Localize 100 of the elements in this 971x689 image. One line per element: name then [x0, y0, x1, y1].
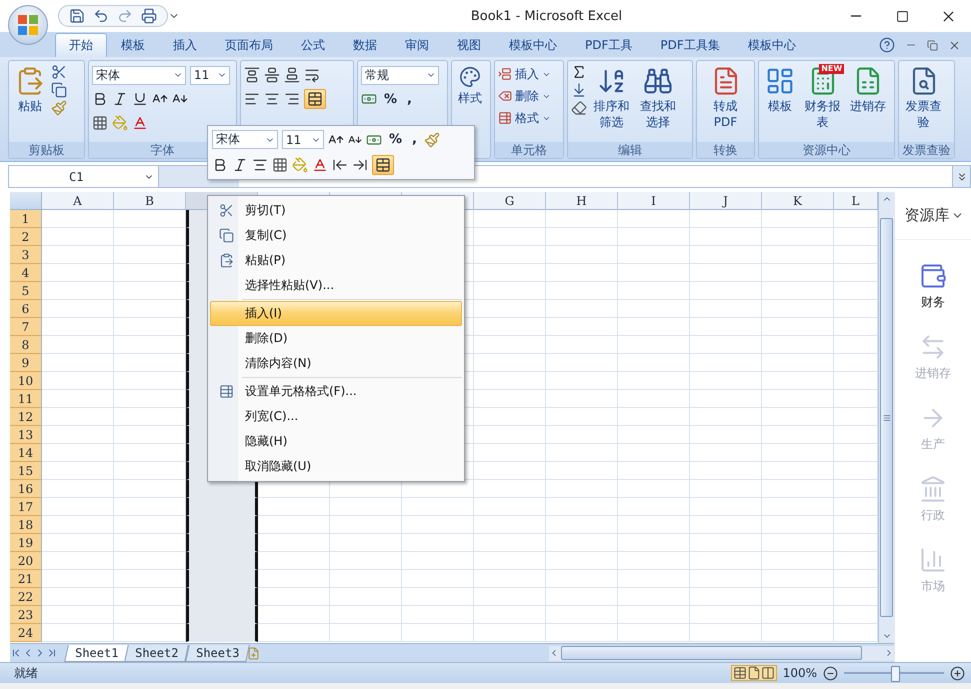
paintbrush-icon[interactable]	[424, 132, 440, 148]
column-header[interactable]: I	[618, 192, 690, 210]
cut-icon[interactable]	[51, 64, 67, 80]
print-preview-icon[interactable]	[141, 8, 157, 24]
zoom-out-icon[interactable]	[823, 666, 838, 680]
ribbon-tab[interactable]: 审阅	[391, 33, 443, 57]
ribbon-tab[interactable]: 开始	[55, 33, 107, 57]
row-header[interactable]: 24	[10, 624, 42, 642]
editing-button[interactable]: 查找和选择	[636, 64, 680, 132]
align-bottom-icon[interactable]	[284, 67, 300, 83]
resource-category[interactable]: 财务	[919, 262, 947, 311]
align-center-icon[interactable]	[264, 91, 280, 107]
format-cells-icon[interactable]	[218, 384, 234, 399]
grip-icon[interactable]	[882, 414, 890, 422]
paintbrush-icon[interactable]	[51, 100, 67, 116]
undo-icon[interactable]	[93, 8, 109, 24]
row-header[interactable]: 2	[10, 228, 42, 246]
column-header[interactable]: B	[114, 192, 186, 210]
styles-icon[interactable]	[459, 66, 481, 88]
invoice-check-button[interactable]: 发票查验	[902, 64, 946, 132]
row-header[interactable]: 20	[10, 552, 42, 570]
percent-button[interactable]: %	[381, 92, 400, 106]
cut-icon[interactable]	[218, 203, 234, 218]
wrap-text-icon[interactable]	[304, 67, 320, 83]
fill-color-icon[interactable]	[112, 115, 128, 131]
menu-item[interactable]: 选择性粘贴(V)...	[210, 273, 462, 298]
align-top-icon[interactable]	[244, 67, 260, 83]
resource-library-dropdown[interactable]: 资源库	[895, 192, 971, 240]
row-header[interactable]: 12	[10, 408, 42, 426]
binoculars-icon[interactable]	[642, 66, 673, 96]
scroll-thumb[interactable]	[880, 218, 893, 618]
ribbon-tab[interactable]: 数据	[339, 33, 391, 57]
row-header[interactable]: 16	[10, 480, 42, 498]
borders-icon[interactable]	[92, 115, 108, 131]
page-layout-icon[interactable]	[746, 666, 761, 680]
row-header[interactable]: 22	[10, 588, 42, 606]
row-header[interactable]: 7	[10, 318, 42, 336]
delete-cells-icon[interactable]	[498, 89, 512, 103]
cells-menu-button[interactable]: 格式	[498, 108, 551, 128]
menu-item[interactable]: 取消隐藏(U)	[210, 454, 462, 479]
paste-button[interactable]: 粘贴	[12, 64, 48, 116]
ribbon-tab[interactable]: PDF工具集	[646, 33, 734, 57]
ribbon-tab[interactable]: 模板中心	[734, 33, 810, 57]
cells-menu-button[interactable]: 删除	[498, 86, 551, 106]
resource-button[interactable]: 模板	[762, 64, 798, 116]
row-header[interactable]: 14	[10, 444, 42, 462]
comma-button[interactable]: ,	[404, 92, 415, 106]
column-header[interactable]: A	[42, 192, 114, 210]
cells-menu-button[interactable]: 插入	[498, 64, 551, 84]
first-sheet-icon[interactable]	[10, 647, 22, 660]
row-header[interactable]: 5	[10, 282, 42, 300]
paste-icon[interactable]	[218, 253, 234, 268]
vertical-scrollbar[interactable]	[878, 192, 894, 644]
row-header[interactable]: 13	[10, 426, 42, 444]
zoom-thumb[interactable]	[891, 666, 900, 682]
format-cells-icon[interactable]	[498, 111, 512, 125]
copy-icon[interactable]	[51, 82, 67, 98]
editing-button[interactable]: 排序和筛选	[590, 64, 634, 132]
sheet-tab[interactable]: Sheet2	[124, 644, 190, 662]
ribbon-tab[interactable]: 视图	[443, 33, 495, 57]
font-select[interactable]: 宋体	[92, 66, 186, 84]
ribbon-tab[interactable]: PDF工具	[571, 33, 646, 57]
align-right-icon[interactable]	[284, 91, 300, 107]
align-left-icon[interactable]	[244, 91, 260, 107]
sheet-tab[interactable]: Sheet1	[64, 644, 130, 662]
row-header[interactable]: 18	[10, 516, 42, 534]
row-header[interactable]: 9	[10, 354, 42, 372]
ribbon-tab[interactable]: 模板中心	[495, 33, 571, 57]
font-size-select[interactable]: 11	[282, 130, 324, 150]
column-header[interactable]: J	[690, 192, 762, 210]
number-format-select[interactable]: 常规	[361, 66, 439, 84]
save-icon[interactable]	[69, 8, 85, 24]
resource-button[interactable]: 进销存	[847, 64, 890, 116]
row-header[interactable]: 23	[10, 606, 42, 624]
row-header[interactable]: 15	[10, 462, 42, 480]
fill-down-icon[interactable]	[571, 82, 587, 98]
column-header[interactable]: H	[546, 192, 618, 210]
column-header[interactable]: G	[474, 192, 546, 210]
row-header[interactable]: 19	[10, 534, 42, 552]
restore-icon[interactable]	[927, 40, 938, 50]
row-header[interactable]: 21	[10, 570, 42, 588]
last-sheet-icon[interactable]	[46, 647, 58, 660]
ribbon-tab[interactable]: 页面布局	[211, 33, 287, 57]
percent-button[interactable]: %	[386, 132, 406, 148]
page-break-icon[interactable]	[760, 666, 775, 680]
help-icon[interactable]	[879, 37, 895, 53]
font-color-icon[interactable]	[132, 115, 148, 131]
row-header[interactable]: 4	[10, 264, 42, 282]
underline-icon[interactable]	[132, 91, 148, 107]
horizontal-scrollbar[interactable]	[549, 646, 894, 661]
row-header[interactable]: 17	[10, 498, 42, 516]
menu-item[interactable]: 复制(C)	[210, 223, 462, 248]
ribbon-tab[interactable]: 公式	[287, 33, 339, 57]
menu-item[interactable]: 设置单元格格式(F)...	[210, 379, 462, 404]
eraser-icon[interactable]	[571, 100, 587, 116]
menu-item[interactable]: 插入(I)	[210, 301, 462, 326]
row-header[interactable]: 3	[10, 246, 42, 264]
ribbon-tab[interactable]: 模板	[107, 33, 159, 57]
maximize-icon[interactable]	[896, 10, 908, 22]
font-size-select[interactable]: 11	[190, 66, 230, 84]
